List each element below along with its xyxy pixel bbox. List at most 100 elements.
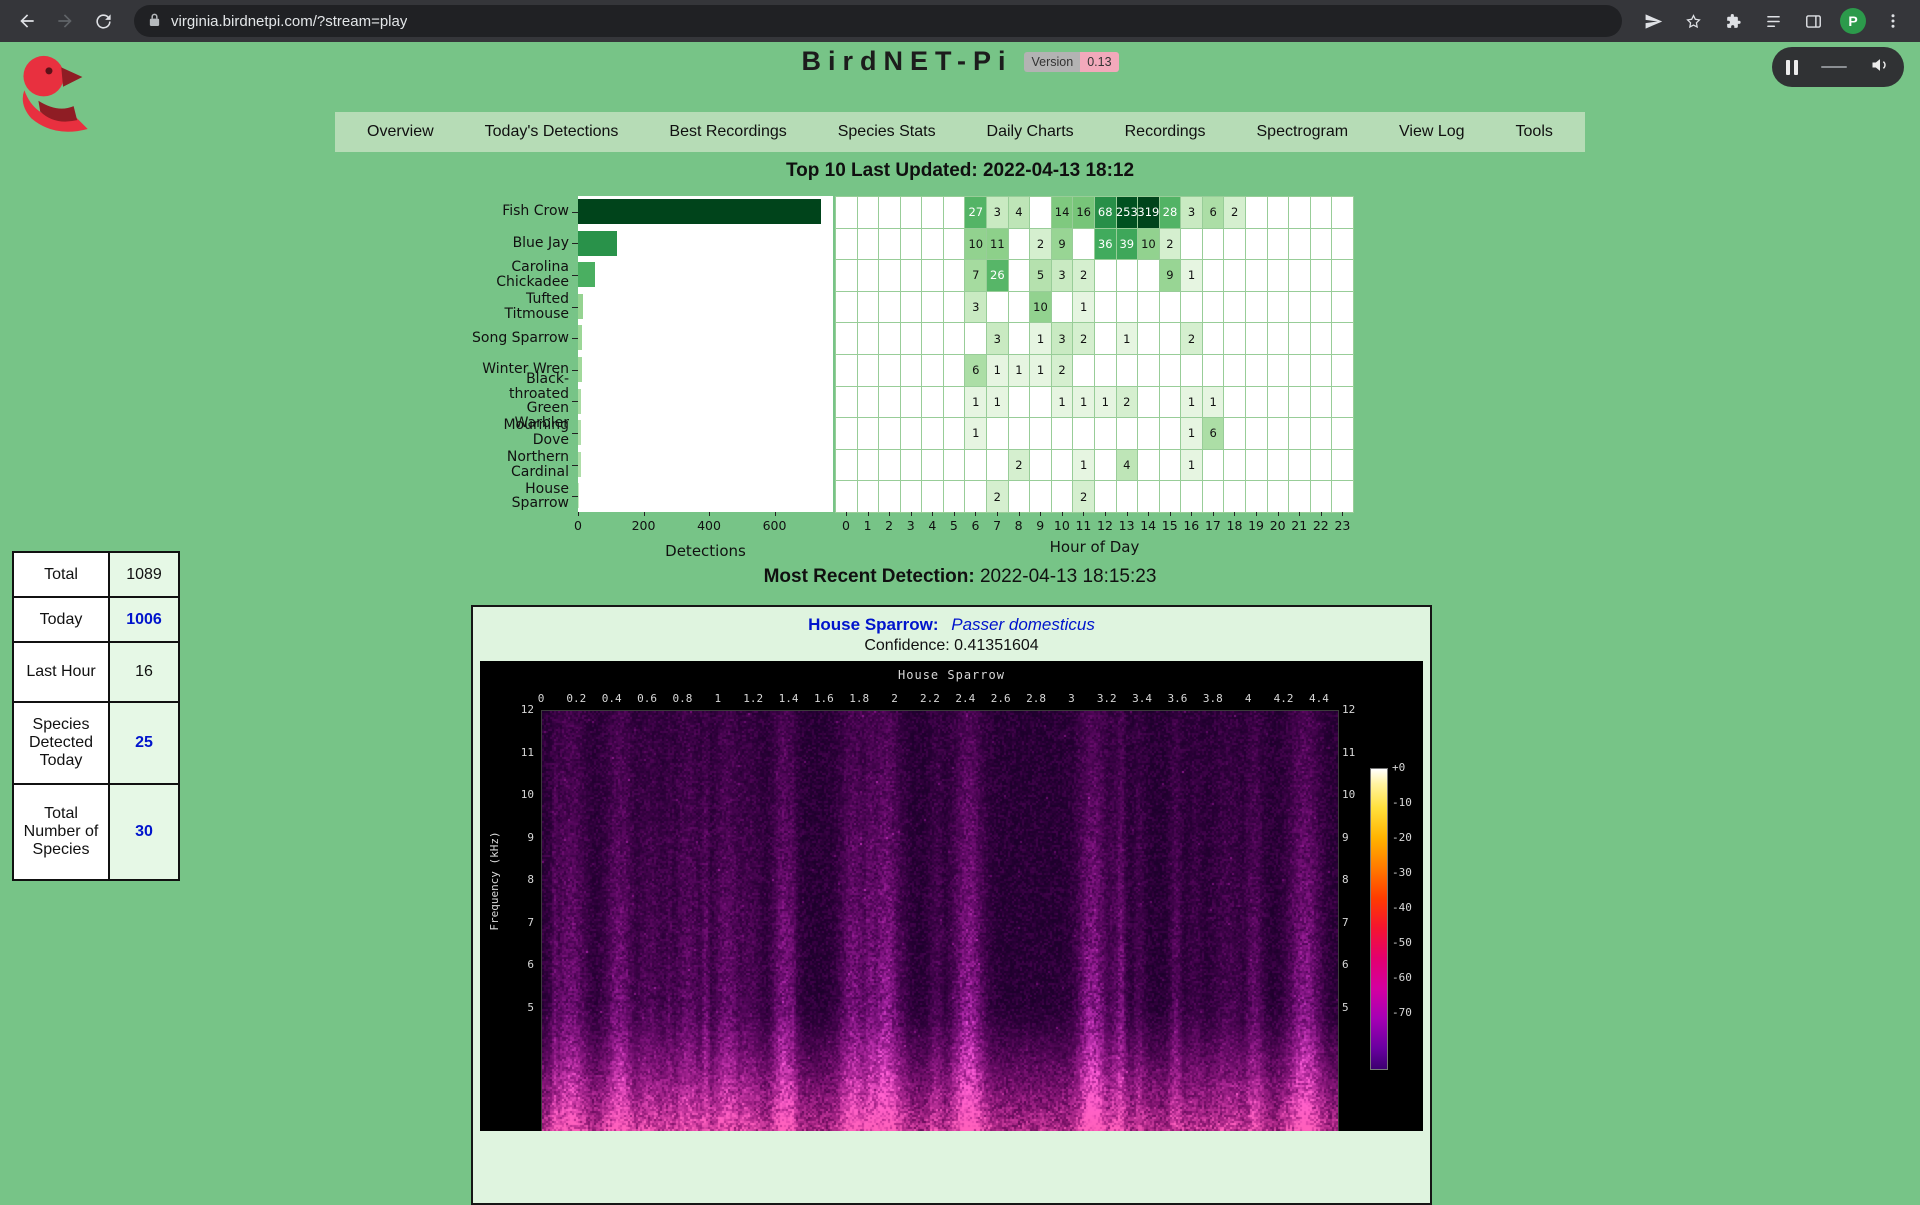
- heatmap-xtick-label: 2: [885, 518, 893, 533]
- heatmap-cell: [901, 260, 923, 292]
- heatmap-cell: [1311, 229, 1333, 261]
- back-button[interactable]: [10, 4, 44, 38]
- heatmap-cell: 5: [1030, 260, 1052, 292]
- heatmap-cell: [1203, 292, 1225, 324]
- stats-value-link[interactable]: 25: [109, 702, 179, 784]
- heatmap-xtick-label: 19: [1248, 518, 1264, 533]
- bar-category-label: Carolina Chickadee: [471, 259, 573, 291]
- y-tick-mark: [572, 307, 578, 308]
- spectrogram-freq-tick-right: 5: [1342, 1001, 1349, 1014]
- heatmap-xtick-label: 9: [1036, 518, 1044, 533]
- reload-button[interactable]: [86, 4, 120, 38]
- heatmap-cell: [901, 481, 923, 513]
- volume-icon[interactable]: [1870, 55, 1890, 80]
- spectrogram-ylabel: Frequency (kHz): [488, 771, 501, 991]
- nav-item-daily-charts[interactable]: Daily Charts: [987, 123, 1074, 141]
- detections-heatmap: 2734141668253319283621011293639102726532…: [835, 196, 1354, 513]
- heatmap-cell: [1332, 292, 1354, 324]
- bar-category-label: Mourning Dove: [471, 417, 573, 449]
- detection-scientific-name-link[interactable]: Passer domesticus: [951, 615, 1095, 634]
- nav-item-view-log[interactable]: View Log: [1399, 123, 1465, 141]
- heatmap-cell: [1203, 450, 1225, 482]
- heatmap-cell: 3: [987, 197, 1009, 229]
- nav-item-tools[interactable]: Tools: [1516, 123, 1553, 141]
- heatmap-cell: [1009, 418, 1031, 450]
- seek-bar[interactable]: [1821, 66, 1847, 68]
- heatmap-cell: [1160, 323, 1182, 355]
- nav-item-spectrogram[interactable]: Spectrogram: [1257, 123, 1349, 141]
- spectrogram-time-tick: 4: [1245, 692, 1252, 705]
- nav-item-overview[interactable]: Overview: [367, 123, 434, 141]
- spectrogram-freq-tick-right: 6: [1342, 958, 1349, 971]
- reading-list-icon[interactable]: [1756, 4, 1790, 38]
- x-tick-mark: [775, 512, 776, 516]
- heatmap-cell: 1: [965, 387, 987, 419]
- bar-xtick-label: 200: [632, 518, 656, 533]
- x-tick-mark: [578, 512, 579, 516]
- heatmap-cell: [1030, 481, 1052, 513]
- heatmap-cell: [944, 387, 966, 419]
- browser-menu-icon[interactable]: [1876, 4, 1910, 38]
- heatmap-cell: [858, 450, 880, 482]
- detections-bar: [578, 262, 595, 287]
- x-tick-mark: [954, 512, 955, 516]
- heatmap-cell: [1138, 260, 1160, 292]
- x-tick-mark: [1278, 512, 1279, 516]
- extensions-icon[interactable]: [1716, 4, 1750, 38]
- detections-bar: [578, 483, 579, 508]
- nav-item-best-recordings[interactable]: Best Recordings: [669, 123, 786, 141]
- heatmap-cell: [1181, 481, 1203, 513]
- x-tick-mark: [1040, 512, 1041, 516]
- heatmap-cell: [922, 260, 944, 292]
- spectrogram-freq-tick-left: 12: [508, 703, 534, 716]
- heatmap-xtick-label: 8: [1015, 518, 1023, 533]
- heatmap-cell: [1246, 292, 1268, 324]
- stats-value-link[interactable]: 30: [109, 784, 179, 880]
- nav-item-today-s-detections[interactable]: Today's Detections: [485, 123, 619, 141]
- nav-item-recordings[interactable]: Recordings: [1125, 123, 1206, 141]
- stats-value-link[interactable]: 1006: [109, 597, 179, 642]
- forward-button[interactable]: [48, 4, 82, 38]
- nav-item-species-stats[interactable]: Species Stats: [838, 123, 936, 141]
- url-bar[interactable]: virginia.birdnetpi.com/?stream=play: [134, 5, 1622, 37]
- detection-common-name-link[interactable]: House Sparrow:: [808, 615, 938, 634]
- heatmap-cell: [1117, 481, 1139, 513]
- profile-avatar[interactable]: P: [1836, 4, 1870, 38]
- pause-button[interactable]: [1786, 60, 1798, 75]
- spectrogram-time-tick: 2.4: [955, 692, 975, 705]
- detections-bar: [578, 325, 582, 350]
- spectrogram-image: House Sparrow Frequency (kHz) 00.20.40.6…: [480, 661, 1423, 1131]
- heatmap-xtick-label: 4: [928, 518, 936, 533]
- heatmap-cell: [1160, 418, 1182, 450]
- detections-bar: [578, 389, 581, 414]
- heatmap-cell: 26: [987, 260, 1009, 292]
- send-icon[interactable]: [1636, 4, 1670, 38]
- x-tick-mark: [846, 512, 847, 516]
- spectrogram-freq-tick-left: 6: [508, 958, 534, 971]
- stats-label: Total Number of Species: [13, 784, 109, 880]
- heatmap-cell: [1332, 481, 1354, 513]
- heatmap-cell: [1246, 323, 1268, 355]
- x-tick-mark: [1105, 512, 1106, 516]
- heatmap-cell: [1268, 418, 1290, 450]
- x-tick-mark: [644, 512, 645, 516]
- side-panel-icon[interactable]: [1796, 4, 1830, 38]
- site-info-lock-icon[interactable]: [148, 12, 161, 31]
- bookmark-star-icon[interactable]: [1676, 4, 1710, 38]
- heatmap-cell: [858, 481, 880, 513]
- heatmap-xtick-label: 1: [864, 518, 872, 533]
- heatmap-cell: [1224, 450, 1246, 482]
- heatmap-cell: 27: [965, 197, 987, 229]
- heatmap-cell: [1311, 260, 1333, 292]
- heatmap-cell: [1052, 481, 1074, 513]
- heatmap-cell: [1095, 418, 1117, 450]
- x-tick-mark: [1342, 512, 1343, 516]
- heatmap-cell: 36: [1095, 229, 1117, 261]
- heatmap-xtick-label: 3: [907, 518, 915, 533]
- audio-player[interactable]: [1772, 47, 1904, 87]
- heatmap-cell: [944, 323, 966, 355]
- spectrogram-title: House Sparrow: [480, 668, 1423, 682]
- heatmap-cell: [1311, 197, 1333, 229]
- bar-category-label: Fish Crow: [471, 196, 573, 228]
- heatmap-cell: [922, 450, 944, 482]
